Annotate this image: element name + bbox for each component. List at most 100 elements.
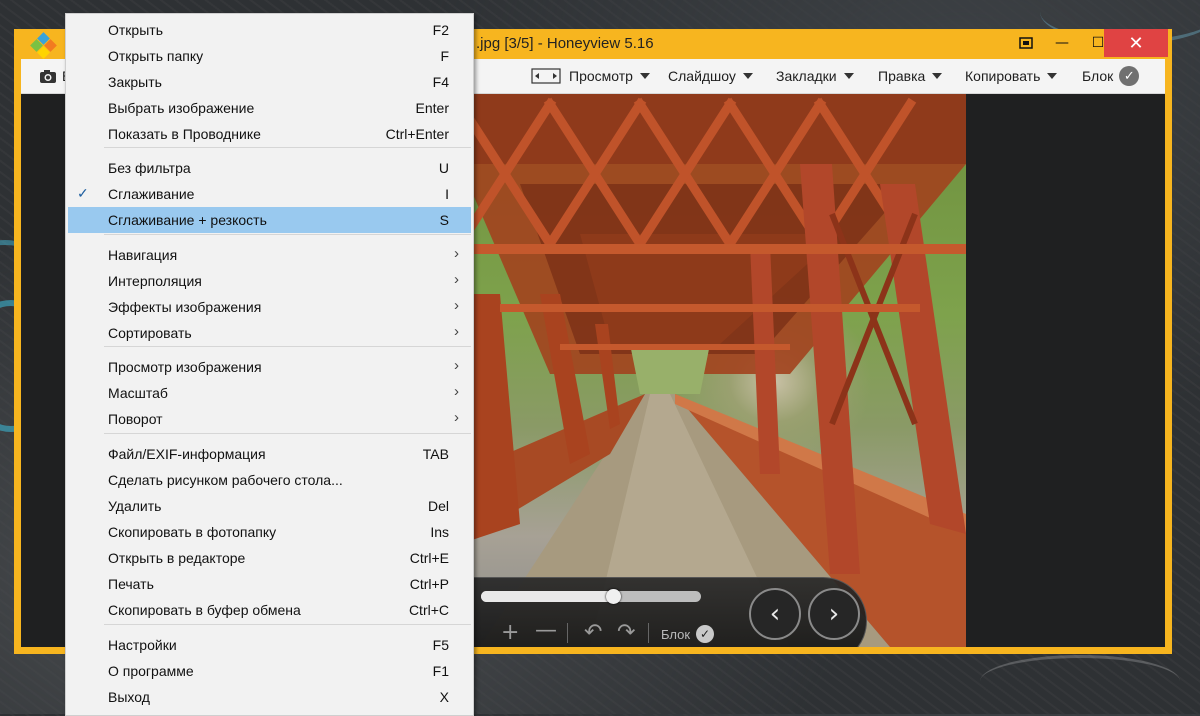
- view-menu-button[interactable]: Просмотр: [531, 59, 650, 93]
- menu-item[interactable]: Скопировать в буфер обмена Ctrl+C: [68, 597, 471, 623]
- slider-knob[interactable]: [606, 589, 621, 604]
- menu-item-shortcut: Ctrl+E: [409, 550, 449, 566]
- menu-item-label: Закрыть: [108, 74, 162, 90]
- menu-item-label: Эффекты изображения: [108, 299, 262, 315]
- menu-item-shortcut: TAB: [422, 446, 449, 462]
- menu-item-shortcut: I: [445, 186, 449, 202]
- menu-item-label: Открыть: [108, 22, 163, 38]
- rotate-left-button[interactable]: ↶: [584, 620, 602, 645]
- menu-item[interactable]: Без фильтра U: [68, 155, 471, 181]
- rotate-right-button[interactable]: ↷: [617, 620, 635, 645]
- chevron-right-icon: ›: [454, 297, 459, 314]
- edit-menu-label: Правка: [878, 68, 926, 84]
- slider-fill: [481, 591, 613, 602]
- menu-item-label: Настройки: [108, 637, 177, 653]
- menu-item[interactable]: Выбрать изображение Enter: [68, 95, 471, 121]
- overlay-lock-label: Блок: [661, 626, 691, 642]
- menu-item-shortcut: X: [439, 689, 449, 705]
- menu-item-shortcut: S: [439, 212, 449, 228]
- menu-item[interactable]: Закрыть F4: [68, 69, 471, 95]
- overlay-lock-toggle[interactable]: Блок ✓: [661, 625, 715, 643]
- window-title: .jpg [3/5] - Honeyview 5.16: [476, 35, 654, 52]
- copy-menu-button[interactable]: Копировать: [965, 59, 1058, 93]
- fullscreen-button[interactable]: [1008, 29, 1044, 57]
- chevron-down-icon: [742, 73, 753, 79]
- menu-item-label: Открыть папку: [108, 48, 204, 64]
- menu-item[interactable]: Сглаживание + резкость S: [68, 207, 471, 233]
- chevron-down-icon: [1047, 73, 1058, 79]
- lock-toggle-button[interactable]: Блок ✓: [1082, 59, 1140, 93]
- previous-image-button[interactable]: ‹: [749, 588, 801, 640]
- frame-icon: [531, 68, 561, 84]
- background-chalk-mark: [980, 655, 1180, 708]
- chevron-right-icon: ›: [454, 271, 459, 288]
- zoom-in-button[interactable]: +: [501, 620, 519, 645]
- menu-item[interactable]: Интерполяция ›: [68, 268, 471, 294]
- menu-item-shortcut: F4: [432, 74, 449, 90]
- close-button[interactable]: ✕: [1104, 29, 1168, 57]
- menu-item[interactable]: Удалить Del: [68, 493, 471, 519]
- menu-item-shortcut: F5: [432, 637, 449, 653]
- menu-separator: [104, 234, 471, 235]
- menu-item[interactable]: Эффекты изображения ›: [68, 294, 471, 320]
- context-menu: Открыть F2 Открыть папку F Закрыть F4 Выбрать …: [65, 13, 474, 716]
- chevron-right-icon: ›: [454, 245, 459, 262]
- toolbar-divider: [648, 623, 649, 643]
- slideshow-menu-button[interactable]: Слайдшоу: [668, 59, 753, 93]
- menu-item[interactable]: Настройки F5: [68, 632, 471, 658]
- minimize-button[interactable]: —: [1044, 29, 1080, 57]
- menu-item[interactable]: Скопировать в фотопапку Ins: [68, 519, 471, 545]
- menu-item[interactable]: Навигация ›: [68, 242, 471, 268]
- chevron-right-icon: ›: [454, 357, 459, 374]
- chevron-right-icon: ›: [828, 599, 840, 629]
- menu-item-shortcut: F1: [432, 663, 449, 679]
- menu-item[interactable]: Сортировать ›: [68, 320, 471, 346]
- menu-separator: [104, 147, 471, 148]
- menu-item[interactable]: Открыть в редакторе Ctrl+E: [68, 545, 471, 571]
- chevron-right-icon: ›: [454, 383, 459, 400]
- menu-item[interactable]: Открыть папку F: [68, 43, 471, 69]
- menu-item-shortcut: U: [438, 160, 449, 176]
- menu-item-label: Навигация: [108, 247, 178, 263]
- menu-item-label: Выход: [108, 689, 150, 705]
- displayed-photo: [460, 94, 966, 647]
- menu-item-shortcut: Ctrl+C: [408, 602, 449, 618]
- menu-item[interactable]: Выход X: [68, 684, 471, 710]
- menu-item-shortcut: Del: [427, 498, 449, 514]
- menu-item-label: Поворот: [108, 411, 163, 427]
- menu-separator: [104, 346, 471, 347]
- menu-item-label: Сделать рисунком рабочего стола...: [108, 472, 343, 488]
- menu-item-label: Показать в Проводнике: [108, 126, 261, 142]
- menu-item[interactable]: Сделать рисунком рабочего стола...: [68, 467, 471, 493]
- chevron-down-icon: [843, 73, 854, 79]
- menu-item[interactable]: Открыть F2: [68, 17, 471, 43]
- menu-item[interactable]: Масштаб ›: [68, 380, 471, 406]
- chevron-down-icon: [639, 73, 650, 79]
- slideshow-menu-label: Слайдшоу: [668, 68, 736, 84]
- copy-menu-label: Копировать: [965, 68, 1041, 84]
- menu-item-label: О программе: [108, 663, 194, 679]
- edit-menu-button[interactable]: Правка: [878, 59, 943, 93]
- bookmarks-menu-button[interactable]: Закладки: [776, 59, 854, 93]
- menu-item-shortcut: Ins: [430, 524, 449, 540]
- menu-item-label: Удалить: [108, 498, 162, 514]
- menu-item[interactable]: ✓ Сглаживание I: [68, 181, 471, 207]
- menu-item-label: Без фильтра: [108, 160, 191, 176]
- menu-item[interactable]: Показать в Проводнике Ctrl+Enter: [68, 121, 471, 147]
- menu-item[interactable]: О программе F1: [68, 658, 471, 684]
- zoom-out-button[interactable]: —: [535, 618, 557, 643]
- menu-item-label: Выбрать изображение: [108, 100, 255, 116]
- menu-item[interactable]: Печать Ctrl+P: [68, 571, 471, 597]
- next-image-button[interactable]: ›: [808, 588, 860, 640]
- menu-item-label: Открыть в редакторе: [108, 550, 246, 566]
- menu-item-label: Скопировать в фотопапку: [108, 524, 277, 540]
- menu-item[interactable]: Поворот ›: [68, 406, 471, 432]
- menu-item[interactable]: Файл/EXIF-информация TAB: [68, 441, 471, 467]
- menu-item-shortcut: Enter: [415, 100, 449, 116]
- lock-label: Блок: [1082, 68, 1114, 84]
- image-position-slider[interactable]: [481, 589, 701, 604]
- honeyview-logo-icon[interactable]: [30, 32, 58, 60]
- menu-item[interactable]: Просмотр изображения ›: [68, 354, 471, 380]
- view-menu-label: Просмотр: [569, 68, 633, 84]
- menu-item-label: Сглаживание + резкость: [108, 212, 267, 228]
